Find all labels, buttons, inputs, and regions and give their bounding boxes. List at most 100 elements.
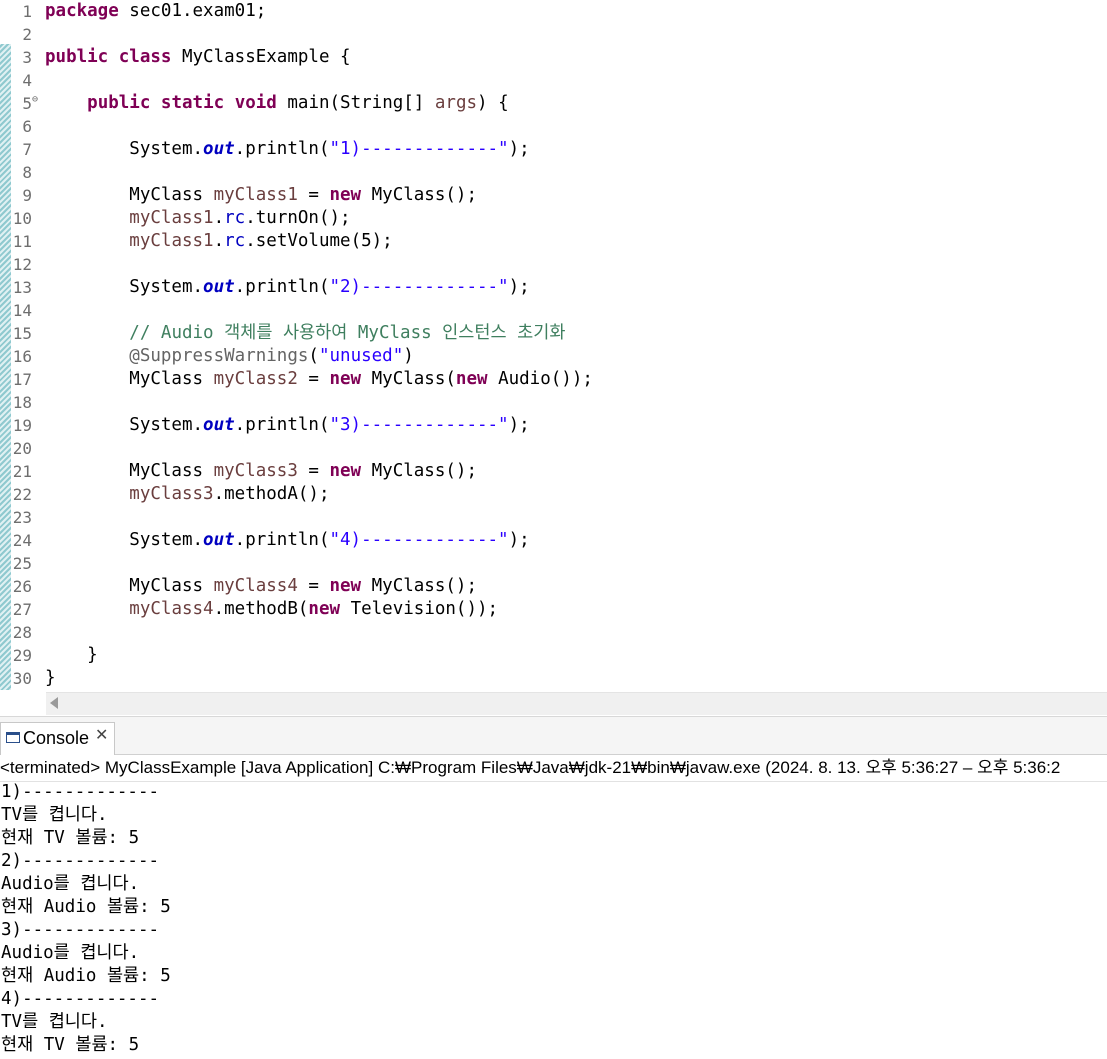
code-line[interactable]: 29 } [0,644,1107,667]
line-number: 21 [12,462,32,481]
code-line[interactable]: 20 [0,437,1107,460]
console-output-line: Audio를 켭니다. [1,874,140,894]
code-line[interactable]: 28 [0,621,1107,644]
line-number: 6 [22,117,32,136]
code-line[interactable]: 26 MyClass myClass4 = new MyClass(); [0,575,1107,598]
code-line[interactable]: 5 ⊖ public static void main(String[] args… [0,92,1107,115]
code-lines[interactable]: 1 package sec01.exam01; 2 3 public class MyC… [0,0,1107,690]
code-line[interactable]: 30} [0,667,1107,690]
code-text[interactable]: MyClass myClass1 = new MyClass(); [45,184,477,207]
line-number: 18 [12,393,32,412]
console-output-line: 4)------------- [1,989,160,1009]
code-text[interactable]: System.out.println("1)-------------"); [45,138,529,161]
code-line[interactable]: 16 @SuppressWarnings("unused") [0,345,1107,368]
console-output-line: 현재 Audio 볼륨: 5 [1,966,171,986]
console-output-line: TV를 켭니다. [1,1012,108,1032]
code-line[interactable]: 3 public class MyClassExample { [0,46,1107,69]
line-number: 11 [12,232,32,251]
console-output-line: 2)------------- [1,851,160,871]
line-number: 20 [12,439,32,458]
code-line[interactable]: 14 [0,299,1107,322]
code-text[interactable]: myClass3.methodA(); [45,483,329,506]
line-number: 29 [12,646,32,665]
horizontal-scrollbar[interactable] [0,690,1107,716]
code-text[interactable]: MyClass myClass4 = new MyClass(); [45,575,477,598]
line-number: 23 [12,508,32,527]
code-line[interactable]: 7 System.out.println("1)-------------"); [0,138,1107,161]
line-number: 24 [12,531,32,550]
line-number: 12 [12,255,32,274]
console-output-line: Audio를 켭니다. [1,943,140,963]
line-number: 26 [12,577,32,596]
code-line[interactable]: 2 [0,23,1107,46]
code-line[interactable]: 27 myClass4.methodB(new Television()); [0,598,1107,621]
code-text[interactable]: public class MyClassExample { [45,46,351,69]
code-text[interactable]: MyClass myClass2 = new MyClass(new Audio… [45,368,593,391]
fold-collapse-icon[interactable]: ⊖ [32,95,38,105]
line-number: 13 [12,278,32,297]
line-number: 4 [22,71,32,90]
line-number: 28 [12,623,32,642]
line-number: 22 [12,485,32,504]
code-line[interactable]: 9 MyClass myClass1 = new MyClass(); [0,184,1107,207]
code-line[interactable]: 24 System.out.println("4)-------------")… [0,529,1107,552]
line-number: 8 [22,163,32,182]
code-line[interactable]: 8 [0,161,1107,184]
code-text[interactable]: } [45,644,98,667]
code-text[interactable]: MyClass myClass3 = new MyClass(); [45,460,477,483]
console-output-line: 현재 TV 볼륨: 5 [1,828,140,848]
code-line[interactable]: 18 [0,391,1107,414]
code-line[interactable]: 22 myClass3.methodA(); [0,483,1107,506]
line-number: 9 [22,186,32,205]
code-text[interactable]: // Audio 객체를 사용하여 MyClass 인스턴스 초기화 [45,322,565,345]
scrollbar-track[interactable] [46,692,1107,715]
console-output[interactable]: 1)------------- TV를 켭니다. 현재 TV 볼륨: 5 2)----… [1,781,1101,1057]
code-text[interactable]: @SuppressWarnings("unused") [45,345,414,368]
code-text[interactable]: myClass4.methodB(new Television()); [45,598,498,621]
code-text[interactable]: } [45,667,56,690]
code-text[interactable]: System.out.println("3)-------------"); [45,414,529,437]
code-text[interactable]: System.out.println("4)-------------"); [45,529,529,552]
code-line[interactable]: 6 [0,115,1107,138]
code-line[interactable]: 1 package sec01.exam01; [0,0,1107,23]
code-editor[interactable]: 1 package sec01.exam01; 2 3 public class MyC… [0,0,1107,690]
console-output-line: 3)------------- [1,920,160,940]
tab-console[interactable]: Console ✕ [0,722,115,755]
line-number: 1 [22,2,32,21]
scroll-left-arrow-icon[interactable] [50,697,58,709]
code-text[interactable]: myClass1.rc.setVolume(5); [45,230,392,253]
code-text[interactable]: package sec01.exam01; [45,0,266,23]
code-text[interactable]: public static void main(String[] args) { [45,92,509,115]
code-line[interactable]: 19 System.out.println("3)-------------")… [0,414,1107,437]
code-text[interactable]: System.out.println("2)-------------"); [45,276,529,299]
console-status-line: <terminated> MyClassExample [Java Applic… [0,755,1107,782]
code-line[interactable]: 10 myClass1.rc.turnOn(); [0,207,1107,230]
code-line[interactable]: 11 myClass1.rc.setVolume(5); [0,230,1107,253]
console-output-line: TV를 켭니다. [1,805,108,825]
line-number: 14 [12,301,32,320]
code-line[interactable]: 15 // Audio 객체를 사용하여 MyClass 인스턴스 초기화 [0,322,1107,345]
code-line[interactable]: 13 System.out.println("2)-------------")… [0,276,1107,299]
console-output-line: 현재 TV 볼륨: 5 [1,1035,140,1055]
line-number: 30 [12,669,32,688]
line-number: 27 [12,600,32,619]
line-number: 5 [22,94,32,113]
code-line[interactable]: 4 [0,69,1107,92]
line-number: 17 [12,370,32,389]
line-number: 7 [22,140,32,159]
line-number: 19 [12,416,32,435]
console-output-line: 현재 Audio 볼륨: 5 [1,897,171,917]
close-icon[interactable]: ✕ [95,725,108,745]
code-line[interactable]: 25 [0,552,1107,575]
code-text[interactable]: myClass1.rc.turnOn(); [45,207,350,230]
code-line[interactable]: 17 MyClass myClass2 = new MyClass(new Au… [0,368,1107,391]
line-number: 10 [12,209,32,228]
console-tab-label: Console [23,728,90,748]
console-icon [6,732,20,743]
code-line[interactable]: 21 MyClass myClass3 = new MyClass(); [0,460,1107,483]
code-line[interactable]: 12 [0,253,1107,276]
console-tab-bar: Console ✕ [0,716,1107,755]
line-number: 25 [12,554,32,573]
console-output-line: 1)------------- [1,782,160,802]
code-line[interactable]: 23 [0,506,1107,529]
